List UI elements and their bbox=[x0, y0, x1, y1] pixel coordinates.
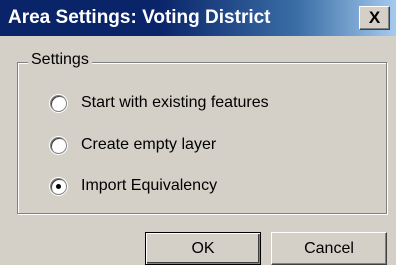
cancel-button[interactable]: Cancel bbox=[271, 232, 387, 265]
radio-button-icon[interactable] bbox=[50, 137, 67, 154]
dialog-title: Area Settings: Voting District bbox=[8, 7, 271, 28]
radio-selected-dot-icon bbox=[56, 184, 61, 189]
radio-button-icon[interactable] bbox=[50, 178, 67, 195]
close-button[interactable]: X bbox=[359, 6, 390, 30]
radio-button-icon[interactable] bbox=[50, 95, 67, 112]
background-edge bbox=[396, 36, 406, 265]
radio-label[interactable]: Import Equivalency bbox=[81, 177, 217, 195]
radio-label[interactable]: Create empty layer bbox=[81, 136, 216, 154]
ok-button[interactable]: OK bbox=[145, 232, 261, 265]
settings-group-label: Settings bbox=[28, 51, 92, 69]
title-bar[interactable]: Area Settings: Voting District X bbox=[0, 0, 396, 36]
radio-label[interactable]: Start with existing features bbox=[81, 94, 269, 112]
dialog-window: Area Settings: Voting District X Setting… bbox=[0, 0, 396, 265]
close-icon: X bbox=[368, 8, 381, 27]
